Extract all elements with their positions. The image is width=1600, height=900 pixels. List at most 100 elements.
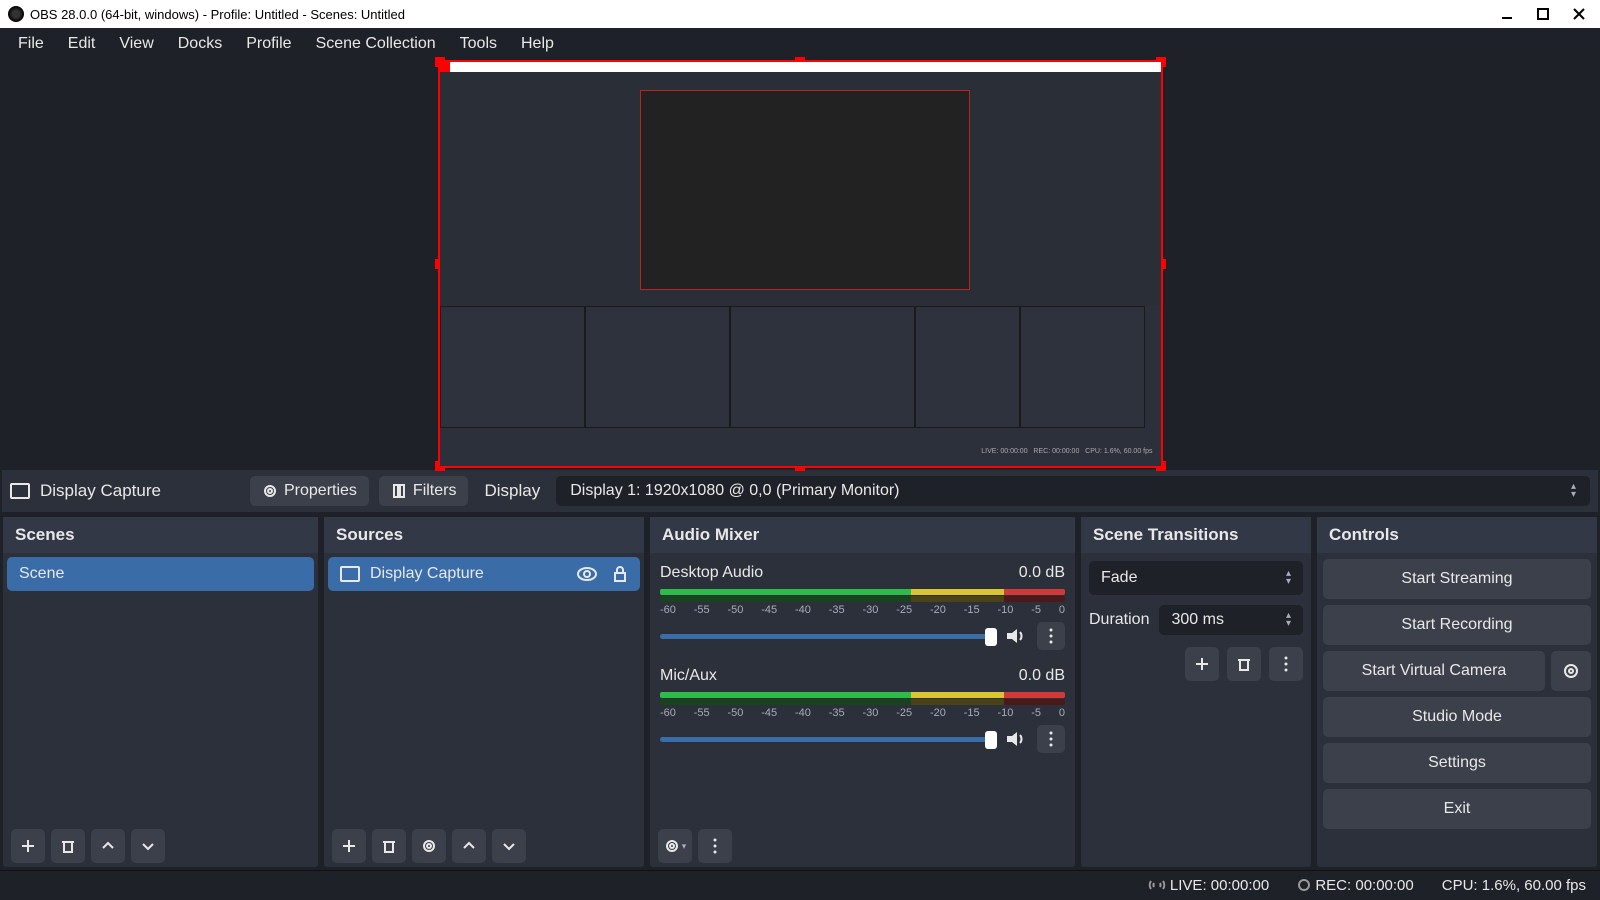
menu-profile[interactable]: Profile: [234, 31, 303, 57]
move-scene-up-button[interactable]: [91, 829, 125, 863]
display-capture-preview: LIVE: 00:00:00 REC: 00:00:00 CPU: 1.6%, …: [440, 62, 1161, 466]
status-cpu: CPU: 1.6%, 60.00 fps: [1442, 877, 1586, 894]
display-select[interactable]: Display 1: 1920x1080 @ 0,0 (Primary Moni…: [556, 476, 1590, 506]
docks-container: Scenes Scene Sources Display Capture: [0, 514, 1600, 870]
controls-header: Controls: [1317, 517, 1597, 553]
start-recording-button[interactable]: Start Recording: [1323, 605, 1591, 645]
audio-channel-name: Mic/Aux: [660, 667, 717, 685]
chevron-updown-icon: ▴▾: [1571, 483, 1576, 499]
audio-channel: Desktop Audio0.0 dB -60-55-50-45-40-35-3…: [654, 557, 1071, 660]
close-button[interactable]: [1570, 5, 1588, 23]
properties-button[interactable]: Properties: [250, 476, 369, 506]
audio-channel-db: 0.0 dB: [1019, 667, 1065, 685]
selected-source-name: Display Capture: [40, 481, 161, 501]
transition-menu-button[interactable]: [1269, 647, 1303, 681]
audio-ticks: -60-55-50-45-40-35-30-25-20-15-10-50: [660, 705, 1065, 719]
duration-input[interactable]: 300 ms ▴▾: [1159, 605, 1303, 635]
chevron-updown-icon: ▴▾: [1286, 570, 1291, 586]
audio-channel-name: Desktop Audio: [660, 564, 763, 582]
menu-scene-collection[interactable]: Scene Collection: [304, 31, 448, 57]
trash-icon: [381, 838, 397, 854]
menu-docks[interactable]: Docks: [166, 31, 234, 57]
menu-help[interactable]: Help: [509, 31, 566, 57]
lock-icon[interactable]: [612, 565, 628, 583]
window-title: OBS 28.0.0 (64-bit, windows) - Profile: …: [30, 7, 405, 22]
transitions-dock: Scene Transitions Fade ▴▾ Duration 300 m…: [1081, 517, 1311, 867]
volume-slider[interactable]: [660, 737, 997, 742]
status-bar: LIVE: 00:00:00 REC: 00:00:00 CPU: 1.6%, …: [0, 870, 1600, 900]
eye-icon[interactable]: [576, 566, 598, 582]
slider-knob[interactable]: [985, 731, 997, 749]
transition-select[interactable]: Fade ▴▾: [1089, 561, 1303, 595]
resize-handle-top-left[interactable]: [435, 57, 445, 67]
chevron-up-icon: [100, 838, 116, 854]
minimize-button[interactable]: [1498, 5, 1516, 23]
speaker-icon[interactable]: [1005, 626, 1029, 646]
record-icon: [1297, 878, 1311, 892]
menubar: File Edit View Docks Profile Scene Colle…: [0, 28, 1600, 60]
add-source-button[interactable]: [332, 829, 366, 863]
menu-edit[interactable]: Edit: [56, 31, 108, 57]
chevron-down-icon: [140, 838, 156, 854]
transition-select-value: Fade: [1101, 569, 1137, 587]
maximize-button[interactable]: [1534, 5, 1552, 23]
menu-tools[interactable]: Tools: [448, 31, 509, 57]
selected-source-bounds[interactable]: LIVE: 00:00:00 REC: 00:00:00 CPU: 1.6%, …: [438, 60, 1163, 468]
remove-scene-button[interactable]: [51, 829, 85, 863]
source-item[interactable]: Display Capture: [328, 557, 640, 591]
sources-dock: Sources Display Capture: [324, 517, 644, 867]
settings-button[interactable]: Settings: [1323, 743, 1591, 783]
audio-settings-button[interactable]: ▾: [658, 829, 692, 863]
source-properties-button[interactable]: [412, 829, 446, 863]
preview-canvas[interactable]: LIVE: 00:00:00 REC: 00:00:00 CPU: 1.6%, …: [0, 60, 1600, 468]
dots-vertical-icon: [1049, 731, 1053, 747]
slider-knob[interactable]: [985, 628, 997, 646]
duration-label: Duration: [1089, 611, 1149, 629]
start-virtual-camera-button[interactable]: Start Virtual Camera: [1323, 651, 1545, 691]
duration-value: 300 ms: [1171, 611, 1223, 629]
dots-vertical-icon: [713, 838, 717, 854]
move-source-down-button[interactable]: [492, 829, 526, 863]
move-scene-down-button[interactable]: [131, 829, 165, 863]
remove-transition-button[interactable]: [1227, 647, 1261, 681]
audio-options-button[interactable]: [1037, 622, 1065, 650]
exit-button[interactable]: Exit: [1323, 789, 1591, 829]
source-toolbar: Display Capture Properties Filters Displ…: [2, 470, 1598, 512]
broadcast-icon: [1148, 878, 1166, 892]
audio-meter: [660, 692, 1065, 698]
speaker-icon[interactable]: [1005, 729, 1029, 749]
scenes-header: Scenes: [3, 517, 318, 553]
add-scene-button[interactable]: [11, 829, 45, 863]
display-select-value: Display 1: 1920x1080 @ 0,0 (Primary Moni…: [570, 482, 899, 500]
status-live: LIVE: 00:00:00: [1148, 877, 1269, 894]
studio-mode-button[interactable]: Studio Mode: [1323, 697, 1591, 737]
status-rec: REC: 00:00:00: [1297, 877, 1414, 894]
gear-icon: [421, 838, 437, 854]
start-streaming-button[interactable]: Start Streaming: [1323, 559, 1591, 599]
filters-icon: [391, 483, 407, 499]
audio-options-button[interactable]: [1037, 725, 1065, 753]
audio-meter: [660, 589, 1065, 595]
transitions-header: Scene Transitions: [1081, 517, 1311, 553]
scene-item[interactable]: Scene: [7, 557, 314, 591]
audio-channel-db: 0.0 dB: [1019, 564, 1065, 582]
monitor-icon: [10, 483, 30, 499]
audio-channel: Mic/Aux 0.0 dB -60-55-50-45-40-35-30-25-2…: [654, 660, 1071, 763]
add-transition-button[interactable]: [1185, 647, 1219, 681]
virtual-camera-settings-button[interactable]: [1551, 651, 1591, 691]
trash-icon: [60, 838, 76, 854]
menu-file[interactable]: File: [6, 31, 56, 57]
display-label: Display: [478, 481, 546, 501]
dots-vertical-icon: [1049, 628, 1053, 644]
filters-button[interactable]: Filters: [379, 476, 469, 506]
chevron-down-icon: [501, 838, 517, 854]
move-source-up-button[interactable]: [452, 829, 486, 863]
audio-mixer-header: Audio Mixer: [650, 517, 1075, 553]
remove-source-button[interactable]: [372, 829, 406, 863]
volume-slider[interactable]: [660, 634, 997, 639]
menu-view[interactable]: View: [107, 31, 165, 57]
audio-menu-button[interactable]: [698, 829, 732, 863]
trash-icon: [1236, 656, 1252, 672]
app-logo-icon: [8, 6, 24, 22]
source-item-label: Display Capture: [370, 565, 484, 583]
